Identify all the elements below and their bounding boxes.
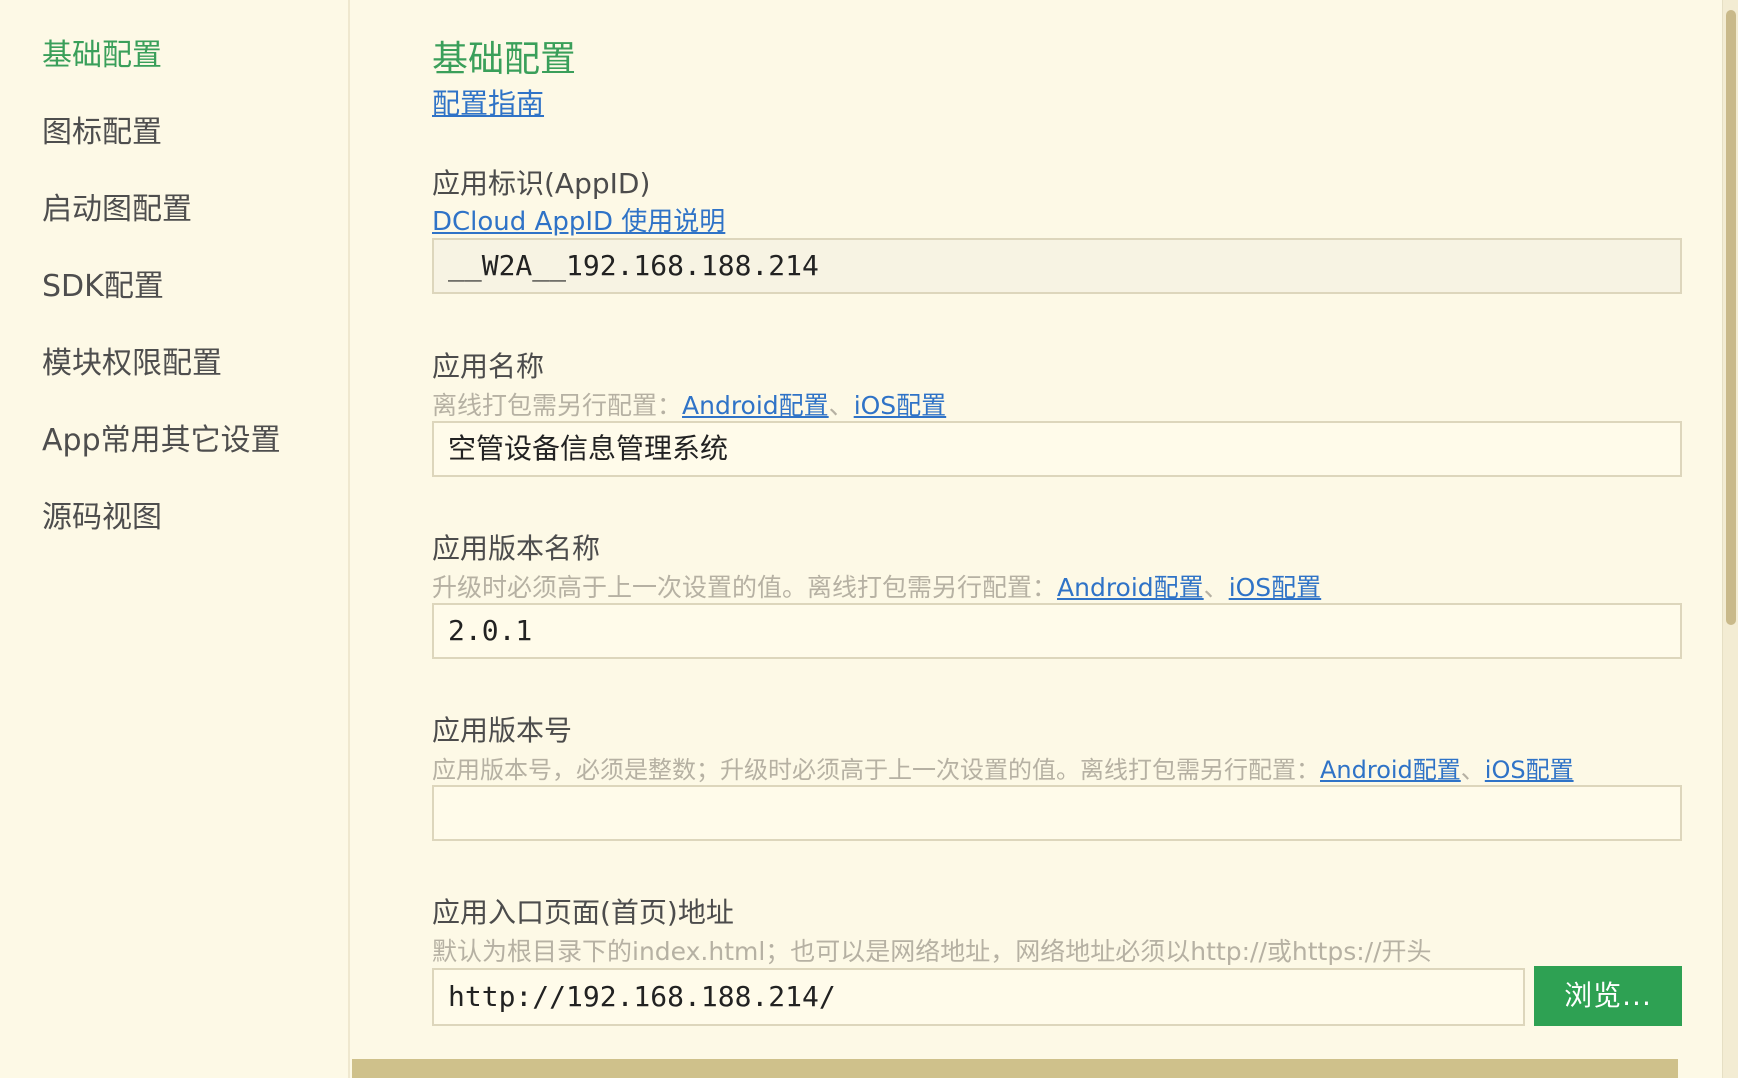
bottom-border-bar — [352, 1059, 1678, 1078]
appid-field[interactable]: __W2A__192.168.188.214 — [432, 238, 1682, 294]
sidebar-item-splash-config[interactable]: 启动图配置 — [42, 184, 192, 228]
app-name-field[interactable]: 空管设备信息管理系统 — [432, 421, 1682, 477]
version-name-field[interactable]: 2.0.1 — [432, 603, 1682, 659]
manifest-editor: 基础配置 图标配置 启动图配置 SDK配置 模块权限配置 App常用其它设置 源… — [0, 0, 1738, 1078]
app-name-android-link[interactable]: Android配置 — [682, 391, 829, 420]
version-code-hint: 应用版本号，必须是整数；升级时必须高于上一次设置的值。离线打包需另行配置：And… — [432, 750, 1574, 785]
version-name-label: 应用版本名称 — [432, 532, 601, 565]
sidebar-item-module-permissions[interactable]: 模块权限配置 — [42, 338, 222, 382]
entry-page-label: 应用入口页面(首页)地址 — [432, 896, 734, 929]
appid-label: 应用标识(AppID) — [432, 167, 651, 200]
sidebar-item-icon-config[interactable]: 图标配置 — [42, 107, 162, 151]
version-code-ios-link[interactable]: iOS配置 — [1485, 756, 1574, 784]
app-name-hint: 离线打包需另行配置：Android配置、iOS配置 — [432, 386, 946, 422]
dcloud-appid-help-link[interactable]: DCloud AppID 使用说明 — [432, 201, 725, 238]
sidebar-item-basic-config[interactable]: 基础配置 — [42, 30, 162, 74]
version-code-field[interactable] — [432, 785, 1682, 841]
page-title: 基础配置 — [432, 39, 577, 80]
version-name-hint: 升级时必须高于上一次设置的值。离线打包需另行配置：Android配置、iOS配置 — [432, 568, 1321, 604]
entry-page-hint: 默认为根目录下的index.html；也可以是网络地址，网络地址必须以http:… — [432, 937, 1432, 966]
version-code-android-link[interactable]: Android配置 — [1320, 756, 1461, 784]
version-code-label: 应用版本号 — [432, 714, 573, 747]
app-name-label: 应用名称 — [432, 350, 545, 383]
entry-page-field[interactable]: http://192.168.188.214/ — [432, 968, 1525, 1026]
scrollbar-thumb[interactable] — [1726, 10, 1736, 625]
sidebar: 基础配置 图标配置 启动图配置 SDK配置 模块权限配置 App常用其它设置 源… — [0, 0, 350, 1078]
version-name-android-link[interactable]: Android配置 — [1057, 573, 1204, 602]
app-name-hint-text: 离线打包需另行配置： — [432, 391, 683, 420]
app-name-separator: 、 — [828, 391, 854, 420]
version-code-hint-text: 应用版本号，必须是整数；升级时必须高于上一次设置的值。离线打包需另行配置： — [432, 756, 1320, 784]
app-name-ios-link[interactable]: iOS配置 — [854, 391, 947, 420]
version-code-separator: 、 — [1460, 756, 1485, 784]
version-name-hint-text: 升级时必须高于上一次设置的值。离线打包需另行配置： — [432, 573, 1058, 602]
config-guide-link[interactable]: 配置指南 — [432, 82, 544, 122]
sidebar-item-source-view[interactable]: 源码视图 — [42, 492, 162, 536]
sidebar-item-app-other-settings[interactable]: App常用其它设置 — [42, 415, 281, 459]
sidebar-item-sdk-config[interactable]: SDK配置 — [42, 261, 164, 305]
main-panel: 基础配置 配置指南 应用标识(AppID) DCloud AppID 使用说明 … — [352, 0, 1722, 1078]
browse-button[interactable]: 浏览... — [1534, 966, 1682, 1026]
version-name-ios-link[interactable]: iOS配置 — [1229, 573, 1322, 602]
version-name-separator: 、 — [1203, 573, 1229, 602]
vertical-scrollbar[interactable] — [1722, 0, 1738, 1078]
